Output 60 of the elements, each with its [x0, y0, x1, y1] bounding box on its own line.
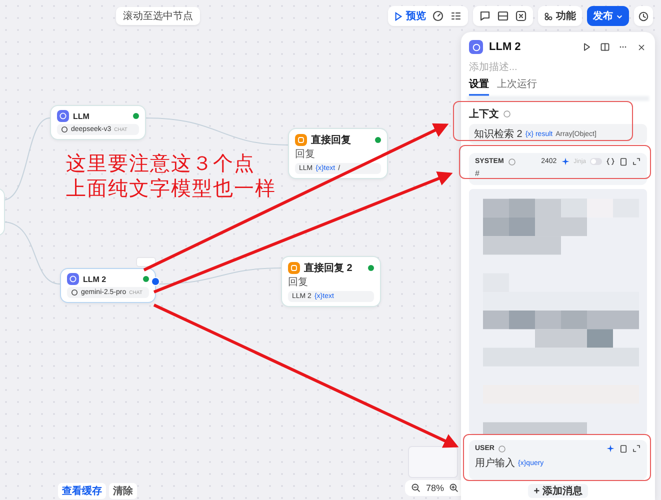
success-dot [368, 265, 374, 271]
play-icon [582, 42, 592, 52]
context-label: 上下文 [469, 108, 499, 121]
sparkle-icon [560, 157, 570, 166]
zoom-out-button[interactable] [410, 482, 422, 494]
annotation-text: 这里要注意这３个点 [66, 152, 256, 177]
sparkle-icon [606, 444, 615, 453]
node-title: LLM [73, 112, 90, 120]
success-dot [133, 113, 139, 119]
docs-button[interactable] [599, 41, 611, 53]
model-icon [61, 126, 68, 133]
success-dot [143, 276, 149, 282]
close-icon [636, 42, 646, 52]
scroll-to-node-hint[interactable]: 滚动至选中节点 [116, 7, 200, 25]
node-title: LLM 2 [83, 274, 108, 284]
help-icon [503, 110, 511, 118]
chevron-down-icon [616, 12, 623, 20]
run-button[interactable] [581, 41, 593, 53]
add-message-button[interactable]: + 添加消息 [528, 484, 588, 498]
play-icon [394, 12, 403, 20]
help-icon [508, 158, 516, 166]
success-dot [375, 137, 381, 143]
annotation-text: 上面纯文字模型也一样 [66, 177, 276, 202]
node-title: 直接回复 [311, 134, 352, 147]
node-mini-toolbar[interactable] [136, 257, 156, 267]
zoom-level: 78% [426, 483, 444, 493]
reply-icon [288, 262, 300, 274]
brain-icon [67, 273, 79, 285]
variable-icon [606, 157, 615, 166]
field-label: 回复 [295, 149, 316, 161]
copy-icon [619, 444, 628, 453]
model-icon [71, 289, 78, 296]
field-label: 回复 [288, 277, 309, 289]
reply-icon [295, 134, 307, 146]
preview-button[interactable]: 预览 [394, 6, 426, 26]
prompt-text: # [475, 169, 480, 178]
book-icon [600, 42, 610, 52]
zoom-in-button[interactable] [448, 482, 460, 494]
apps-icon [544, 12, 553, 20]
copy-icon [619, 157, 628, 166]
jinja-switch[interactable] [590, 158, 602, 165]
description-field[interactable]: 添加描述... [469, 60, 647, 74]
connector-line [2, 222, 60, 284]
node-title: 直接回复 2 [304, 262, 354, 275]
zoom-in-icon [449, 483, 460, 493]
expand-icon [632, 444, 641, 453]
clear-button[interactable]: 清除 [109, 483, 137, 499]
publish-button[interactable]: 发布 [587, 6, 629, 26]
expand-icon [632, 157, 641, 166]
help-icon [498, 444, 506, 452]
panel-tab[interactable]: 上次运行 [497, 77, 537, 96]
history-button[interactable] [634, 6, 653, 26]
features-button[interactable]: 功能 [538, 6, 582, 26]
clock-icon [638, 10, 649, 22]
connection-handle[interactable] [151, 277, 160, 286]
view-cache-button[interactable]: 查看缓存 [58, 483, 106, 499]
zoom-out-icon [411, 483, 421, 493]
panel-title: LLM 2 [489, 41, 522, 53]
brain-icon [57, 110, 69, 122]
brain-icon [469, 40, 483, 54]
